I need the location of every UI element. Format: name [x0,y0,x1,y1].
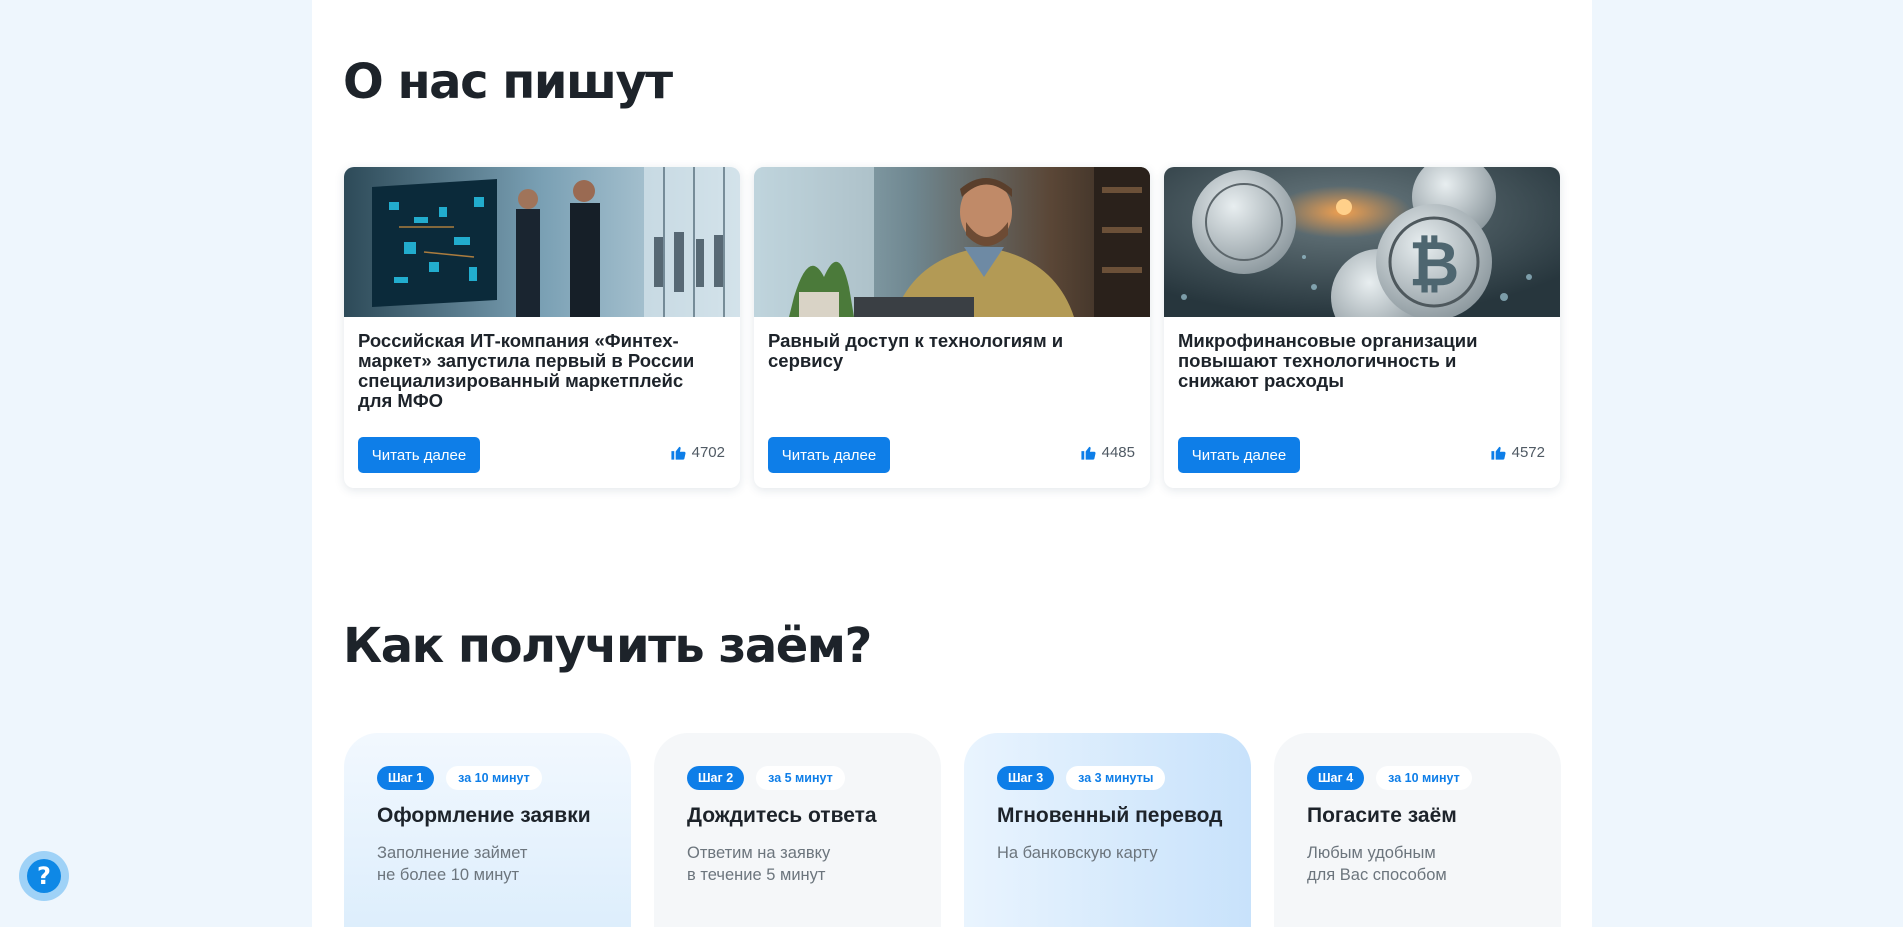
likes-count: 4702 [691,444,725,461]
step-card-1: Шаг 1 за 10 минут Оформление заявки Запо… [344,733,631,927]
loan-steps: Шаг 1 за 10 минут Оформление заявки Запо… [344,733,1561,927]
thumbs-up-icon [1491,446,1506,460]
step-title: Дождитесь ответа [687,804,877,827]
likes-counter[interactable]: 4485 [1080,444,1135,461]
step-time-badge: за 10 минут [1376,766,1472,790]
press-section-title: О нас пишут [343,54,673,110]
thumbs-up-icon [1081,446,1096,460]
step-description: Заполнение займет не более 10 минут [377,844,528,884]
step-number-badge: Шаг 2 [687,766,745,790]
likes-count: 4485 [1101,444,1135,461]
step-title: Оформление заявки [377,804,591,827]
read-more-button[interactable]: Читать далее [1178,437,1300,473]
press-cards: Российская ИТ-компания «Финтех-маркет» з… [344,167,1560,489]
likes-count: 4572 [1511,444,1545,461]
step-number-badge: Шаг 3 [997,766,1055,790]
step-title: Погасите заём [1307,804,1457,827]
help-question-icon: ? [27,859,61,893]
help-button[interactable]: ? [19,851,69,901]
read-more-button[interactable]: Читать далее [768,437,890,473]
article-card: Равный доступ к технологиям и сервису Чи… [754,167,1150,488]
step-card-4: Шаг 4 за 10 минут Погасите заём Любым уд… [1274,733,1561,927]
likes-counter[interactable]: 4702 [670,444,725,461]
step-card-3: Шаг 3 за 3 минуты Мгновенный перевод На … [964,733,1251,927]
article-card: Российская ИТ-компания «Финтех-маркет» з… [344,167,740,488]
step-title: Мгновенный перевод [997,804,1223,827]
step-description: На банковскую карту [997,844,1158,862]
step-description: Любым удобным для Вас способом [1307,844,1447,884]
article-image-business[interactable] [344,167,740,317]
step-description: Ответим на заявку в течение 5 минут [687,844,831,884]
article-title[interactable]: Микрофинансовые организации повышают тех… [1178,331,1542,391]
likes-counter[interactable]: 4572 [1490,444,1545,461]
content-container: О нас пишут Российская ИТ-компания «Финт… [312,0,1592,927]
step-card-2: Шаг 2 за 5 минут Дождитесь ответа Ответи… [654,733,941,927]
how-to-get-loan-title: Как получить заём? [343,618,872,674]
step-number-badge: Шаг 1 [377,766,435,790]
article-title[interactable]: Равный доступ к технологиям и сервису [768,331,1132,371]
article-image-man-laptop[interactable] [754,167,1150,317]
article-image-bitcoin[interactable]: ₿ [1164,167,1560,317]
step-time-badge: за 10 минут [446,766,542,790]
svg-text:₿: ₿ [1409,227,1460,300]
step-time-badge: за 5 минут [756,766,845,790]
step-time-badge: за 3 минуты [1066,766,1166,790]
thumbs-up-icon [671,446,686,460]
read-more-button[interactable]: Читать далее [358,437,480,473]
article-card: ₿ Микрофинансовые организации повышают т… [1164,167,1560,488]
step-number-badge: Шаг 4 [1307,766,1365,790]
article-title[interactable]: Российская ИТ-компания «Финтех-маркет» з… [358,331,722,411]
